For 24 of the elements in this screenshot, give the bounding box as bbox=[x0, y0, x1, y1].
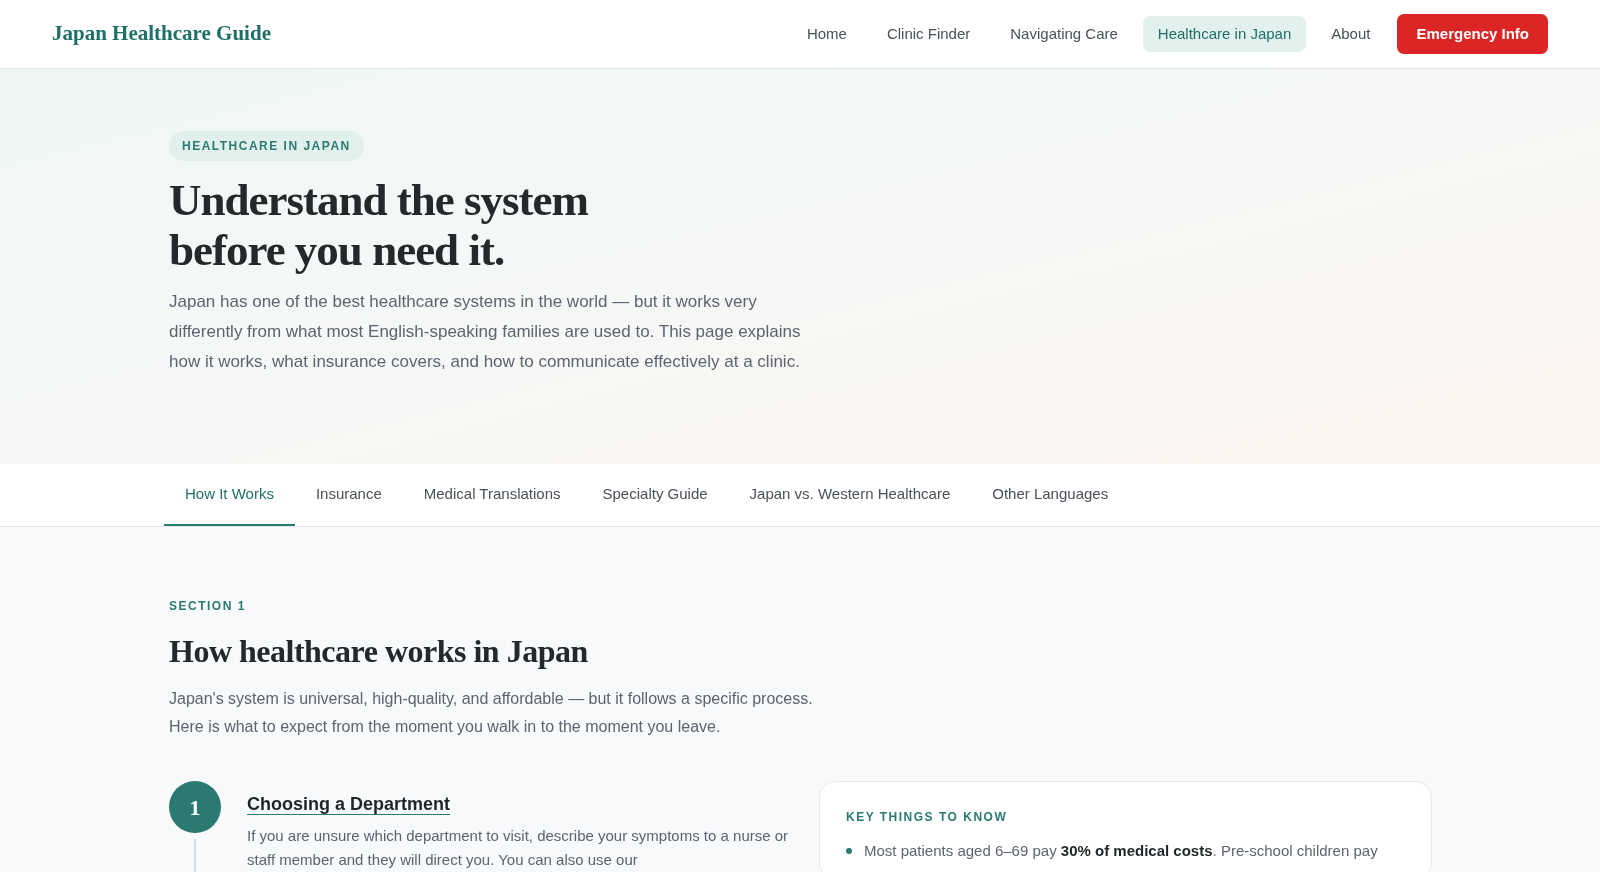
section-badge: HEALTHCARE IN JAPAN bbox=[169, 131, 364, 161]
nav-link[interactable]: About bbox=[1316, 15, 1386, 53]
section-tab[interactable]: Other Languages bbox=[971, 464, 1130, 526]
hero-heading: Understand the system before you need it. bbox=[169, 175, 590, 275]
key-fact-text: Most patients aged 6–69 pay 30% of medical costs. Pre-school children pay bbox=[864, 841, 1378, 861]
card-heading: KEY THINGS TO KNOW bbox=[846, 809, 1009, 826]
site-logo[interactable]: Japan Healthcare Guide bbox=[52, 18, 271, 50]
nav-link[interactable]: Navigating Care bbox=[995, 15, 1133, 53]
section-tab[interactable]: Insurance bbox=[294, 464, 403, 526]
section-tab[interactable]: Medical Translations bbox=[402, 464, 582, 526]
step-number: 1 bbox=[169, 781, 221, 833]
hero-intro: Japan has one of the best healthcare systems in the world — but it works very differently from what most English-speaking families are used to. This page explains how it works, what insurance covers, and how to communicate effectively at a clinic. bbox=[169, 291, 802, 373]
step-title-link[interactable]: Choosing a Department bbox=[247, 794, 451, 814]
emergency-button[interactable]: Emergency Info bbox=[1397, 13, 1548, 55]
section-label: SECTION 1 bbox=[169, 598, 247, 615]
nav-link[interactable]: Healthcare in Japan bbox=[1142, 15, 1307, 53]
section-tab[interactable]: Specialty Guide bbox=[581, 464, 729, 526]
step-description: If you are unsure which department to visit, describe your symptoms to a nurse or staff member and they will direct you. You can also use our bbox=[247, 826, 790, 870]
nav-link[interactable]: Clinic Finder bbox=[871, 15, 986, 53]
section-tab[interactable]: How It Works bbox=[164, 464, 295, 526]
section-tab[interactable]: Japan vs. Western Healthcare bbox=[728, 464, 972, 526]
section-intro: Japan's system is universal, high-quality, and affordable — but it follows a specific process. Here is what to expect from the moment you walk in to the moment you leave. bbox=[169, 689, 814, 737]
section-heading: How healthcare works in Japan bbox=[169, 632, 589, 671]
nav-link[interactable]: Home bbox=[791, 15, 862, 53]
